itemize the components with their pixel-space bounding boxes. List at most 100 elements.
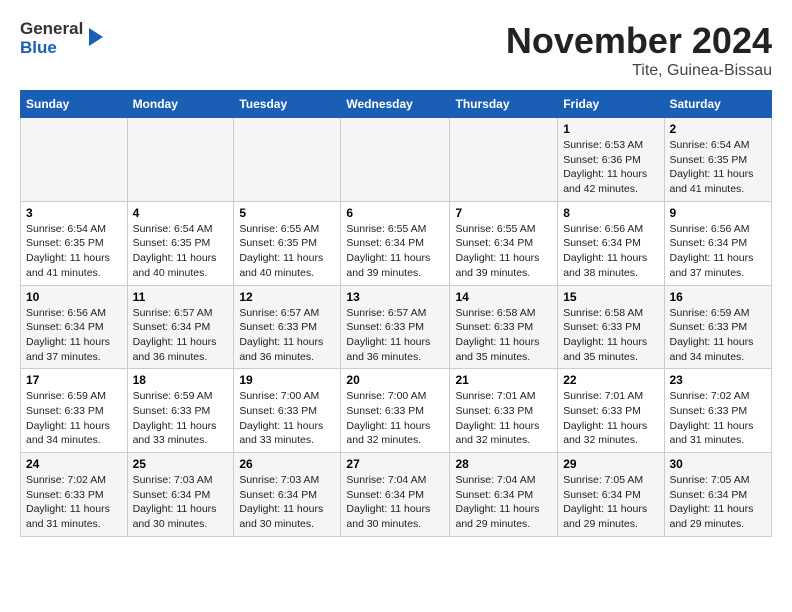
day-number: 1 bbox=[563, 122, 658, 136]
day-number: 2 bbox=[670, 122, 767, 136]
calendar-cell: 12 Sunrise: 6:57 AM Sunset: 6:33 PM Dayli… bbox=[234, 285, 341, 369]
calendar-cell: 4 Sunrise: 6:54 AM Sunset: 6:35 PM Daylig… bbox=[127, 201, 234, 285]
calendar-cell: 16 Sunrise: 6:59 AM Sunset: 6:33 PM Dayli… bbox=[664, 285, 772, 369]
calendar-cell: 30 Sunrise: 7:05 AM Sunset: 6:34 PM Dayli… bbox=[664, 453, 772, 537]
day-number: 25 bbox=[133, 457, 229, 471]
day-detail: Sunrise: 6:59 AM Sunset: 6:33 PM Dayligh… bbox=[133, 389, 229, 448]
day-number: 13 bbox=[346, 290, 444, 304]
day-number: 9 bbox=[670, 206, 767, 220]
calendar-cell: 1 Sunrise: 6:53 AM Sunset: 6:36 PM Daylig… bbox=[558, 118, 664, 202]
calendar-cell: 25 Sunrise: 7:03 AM Sunset: 6:34 PM Dayli… bbox=[127, 453, 234, 537]
day-detail: Sunrise: 7:04 AM Sunset: 6:34 PM Dayligh… bbox=[455, 473, 552, 532]
header-friday: Friday bbox=[558, 91, 664, 118]
calendar-cell: 3 Sunrise: 6:54 AM Sunset: 6:35 PM Daylig… bbox=[21, 201, 128, 285]
title-block: November 2024 Tite, Guinea-Bissau bbox=[506, 20, 772, 80]
calendar-cell: 13 Sunrise: 6:57 AM Sunset: 6:33 PM Dayli… bbox=[341, 285, 450, 369]
day-detail: Sunrise: 6:58 AM Sunset: 6:33 PM Dayligh… bbox=[455, 306, 552, 365]
day-number: 22 bbox=[563, 373, 658, 387]
day-number: 29 bbox=[563, 457, 658, 471]
day-detail: Sunrise: 6:57 AM Sunset: 6:33 PM Dayligh… bbox=[239, 306, 335, 365]
day-number: 16 bbox=[670, 290, 767, 304]
calendar-cell: 19 Sunrise: 7:00 AM Sunset: 6:33 PM Dayli… bbox=[234, 369, 341, 453]
day-detail: Sunrise: 6:56 AM Sunset: 6:34 PM Dayligh… bbox=[26, 306, 122, 365]
day-number: 21 bbox=[455, 373, 552, 387]
calendar-cell: 9 Sunrise: 6:56 AM Sunset: 6:34 PM Daylig… bbox=[664, 201, 772, 285]
calendar-cell: 22 Sunrise: 7:01 AM Sunset: 6:33 PM Dayli… bbox=[558, 369, 664, 453]
day-detail: Sunrise: 7:03 AM Sunset: 6:34 PM Dayligh… bbox=[239, 473, 335, 532]
calendar-cell: 17Sunrise: 6:59 AM Sunset: 6:33 PM Dayli… bbox=[21, 369, 128, 453]
day-detail: Sunrise: 6:58 AM Sunset: 6:33 PM Dayligh… bbox=[563, 306, 658, 365]
day-number: 19 bbox=[239, 373, 335, 387]
day-detail: Sunrise: 6:55 AM Sunset: 6:34 PM Dayligh… bbox=[346, 222, 444, 281]
day-number: 6 bbox=[346, 206, 444, 220]
day-detail: Sunrise: 7:05 AM Sunset: 6:34 PM Dayligh… bbox=[563, 473, 658, 532]
day-detail: Sunrise: 7:01 AM Sunset: 6:33 PM Dayligh… bbox=[455, 389, 552, 448]
week-row-3: 10Sunrise: 6:56 AM Sunset: 6:34 PM Dayli… bbox=[21, 285, 772, 369]
calendar-cell: 2Sunrise: 6:54 AM Sunset: 6:35 PM Daylig… bbox=[664, 118, 772, 202]
day-detail: Sunrise: 6:55 AM Sunset: 6:35 PM Dayligh… bbox=[239, 222, 335, 281]
calendar-cell bbox=[450, 118, 558, 202]
day-detail: Sunrise: 6:54 AM Sunset: 6:35 PM Dayligh… bbox=[26, 222, 122, 281]
day-number: 27 bbox=[346, 457, 444, 471]
day-number: 18 bbox=[133, 373, 229, 387]
day-number: 28 bbox=[455, 457, 552, 471]
day-number: 12 bbox=[239, 290, 335, 304]
day-number: 4 bbox=[133, 206, 229, 220]
calendar-cell: 6 Sunrise: 6:55 AM Sunset: 6:34 PM Daylig… bbox=[341, 201, 450, 285]
header-wednesday: Wednesday bbox=[341, 91, 450, 118]
day-detail: Sunrise: 6:54 AM Sunset: 6:35 PM Dayligh… bbox=[133, 222, 229, 281]
day-detail: Sunrise: 6:56 AM Sunset: 6:34 PM Dayligh… bbox=[670, 222, 767, 281]
calendar-table: SundayMondayTuesdayWednesdayThursdayFrid… bbox=[20, 90, 772, 537]
day-number: 23 bbox=[670, 373, 767, 387]
day-detail: Sunrise: 7:00 AM Sunset: 6:33 PM Dayligh… bbox=[346, 389, 444, 448]
day-number: 8 bbox=[563, 206, 658, 220]
day-detail: Sunrise: 6:57 AM Sunset: 6:34 PM Dayligh… bbox=[133, 306, 229, 365]
day-number: 3 bbox=[26, 206, 122, 220]
page-subtitle: Tite, Guinea-Bissau bbox=[506, 62, 772, 80]
calendar-cell bbox=[21, 118, 128, 202]
calendar-cell: 24Sunrise: 7:02 AM Sunset: 6:33 PM Dayli… bbox=[21, 453, 128, 537]
logo-arrow-icon bbox=[89, 28, 103, 46]
day-detail: Sunrise: 7:00 AM Sunset: 6:33 PM Dayligh… bbox=[239, 389, 335, 448]
logo-general: General bbox=[20, 20, 83, 39]
calendar-cell: 8 Sunrise: 6:56 AM Sunset: 6:34 PM Daylig… bbox=[558, 201, 664, 285]
day-detail: Sunrise: 6:56 AM Sunset: 6:34 PM Dayligh… bbox=[563, 222, 658, 281]
calendar-cell: 23 Sunrise: 7:02 AM Sunset: 6:33 PM Dayli… bbox=[664, 369, 772, 453]
week-row-1: 1 Sunrise: 6:53 AM Sunset: 6:36 PM Daylig… bbox=[21, 118, 772, 202]
calendar-cell: 5 Sunrise: 6:55 AM Sunset: 6:35 PM Daylig… bbox=[234, 201, 341, 285]
day-detail: Sunrise: 6:55 AM Sunset: 6:34 PM Dayligh… bbox=[455, 222, 552, 281]
day-detail: Sunrise: 7:01 AM Sunset: 6:33 PM Dayligh… bbox=[563, 389, 658, 448]
calendar-cell bbox=[341, 118, 450, 202]
calendar-cell: 29 Sunrise: 7:05 AM Sunset: 6:34 PM Dayli… bbox=[558, 453, 664, 537]
day-detail: Sunrise: 6:53 AM Sunset: 6:36 PM Dayligh… bbox=[563, 138, 658, 197]
day-detail: Sunrise: 7:03 AM Sunset: 6:34 PM Dayligh… bbox=[133, 473, 229, 532]
calendar-cell: 28 Sunrise: 7:04 AM Sunset: 6:34 PM Dayli… bbox=[450, 453, 558, 537]
header-tuesday: Tuesday bbox=[234, 91, 341, 118]
page-header: General Blue November 2024 Tite, Guinea-… bbox=[20, 20, 772, 80]
logo: General Blue bbox=[20, 20, 103, 57]
day-detail: Sunrise: 7:02 AM Sunset: 6:33 PM Dayligh… bbox=[26, 473, 122, 532]
header-monday: Monday bbox=[127, 91, 234, 118]
day-detail: Sunrise: 6:59 AM Sunset: 6:33 PM Dayligh… bbox=[670, 306, 767, 365]
day-detail: Sunrise: 7:02 AM Sunset: 6:33 PM Dayligh… bbox=[670, 389, 767, 448]
calendar-cell: 11 Sunrise: 6:57 AM Sunset: 6:34 PM Dayli… bbox=[127, 285, 234, 369]
calendar-cell: 15Sunrise: 6:58 AM Sunset: 6:33 PM Dayli… bbox=[558, 285, 664, 369]
day-detail: Sunrise: 7:05 AM Sunset: 6:34 PM Dayligh… bbox=[670, 473, 767, 532]
header-saturday: Saturday bbox=[664, 91, 772, 118]
day-detail: Sunrise: 7:04 AM Sunset: 6:34 PM Dayligh… bbox=[346, 473, 444, 532]
calendar-header-row: SundayMondayTuesdayWednesdayThursdayFrid… bbox=[21, 91, 772, 118]
calendar-cell: 27 Sunrise: 7:04 AM Sunset: 6:34 PM Dayli… bbox=[341, 453, 450, 537]
day-number: 30 bbox=[670, 457, 767, 471]
day-number: 5 bbox=[239, 206, 335, 220]
day-number: 7 bbox=[455, 206, 552, 220]
calendar-cell: 21 Sunrise: 7:01 AM Sunset: 6:33 PM Dayli… bbox=[450, 369, 558, 453]
calendar-cell: 18 Sunrise: 6:59 AM Sunset: 6:33 PM Dayli… bbox=[127, 369, 234, 453]
day-number: 11 bbox=[133, 290, 229, 304]
calendar-cell bbox=[234, 118, 341, 202]
day-number: 14 bbox=[455, 290, 552, 304]
calendar-cell: 14 Sunrise: 6:58 AM Sunset: 6:33 PM Dayli… bbox=[450, 285, 558, 369]
page-title: November 2024 bbox=[506, 20, 772, 62]
day-detail: Sunrise: 6:57 AM Sunset: 6:33 PM Dayligh… bbox=[346, 306, 444, 365]
day-detail: Sunrise: 6:59 AM Sunset: 6:33 PM Dayligh… bbox=[26, 389, 122, 448]
header-sunday: Sunday bbox=[21, 91, 128, 118]
